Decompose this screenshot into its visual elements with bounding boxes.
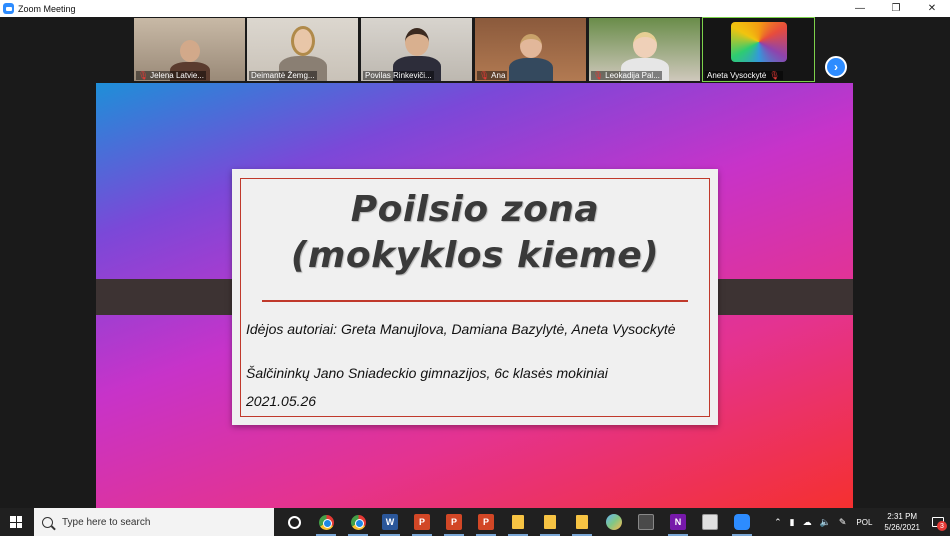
taskbar-app-powerpoint[interactable]: P xyxy=(406,508,438,536)
profile-artwork xyxy=(731,22,787,62)
presentation-slide: Poilsio zona (mokyklos kieme) Idėjos aut… xyxy=(96,83,853,508)
clock-date: 5/26/2021 xyxy=(884,523,920,532)
system-tray: ⌃ ▮ ☁ 🔈 ✎ POL 2:31 PM 5/26/2021 3 xyxy=(770,508,950,536)
taskbar-app-powerpoint[interactable]: P xyxy=(438,508,470,536)
taskbar-clock[interactable]: 2:31 PM 5/26/2021 xyxy=(884,511,920,533)
powerpoint-icon: P xyxy=(414,514,430,530)
close-button[interactable]: ✕ xyxy=(914,0,950,17)
onenote-icon: N xyxy=(670,514,686,530)
folder-icon xyxy=(512,515,524,529)
taskbar-app-zoom[interactable] xyxy=(726,508,758,536)
shared-screen: Poilsio zona (mokyklos kieme) Idėjos aut… xyxy=(0,83,950,508)
volume-icon[interactable]: 🔈 xyxy=(820,517,831,528)
slide-decor-bar-left xyxy=(96,279,247,315)
pen-icon[interactable]: ✎ xyxy=(839,517,847,528)
chevron-right-icon: › xyxy=(834,60,838,74)
title-underline xyxy=(262,300,688,302)
input-language[interactable]: POL xyxy=(856,518,872,527)
slide-school: Šalčininkų Jano Sniadeckio gimnazijos, 6… xyxy=(246,365,608,381)
participant-label: Povilas Rinkeviči... xyxy=(363,71,434,80)
gallery-next-button[interactable]: › xyxy=(825,56,847,78)
slide-title-line2: (mokyklos kieme) xyxy=(290,235,660,276)
slide-authors: Idėjos autoriai: Greta Manujlova, Damian… xyxy=(246,321,676,337)
participant-tile-active-speaker[interactable]: Aneta Vysockytė 🎙 xyxy=(702,17,815,82)
participant-gallery: 🎙 Jelena Latvie... Deimantė Žemg... Povil… xyxy=(0,17,950,83)
clock-time: 2:31 PM xyxy=(887,512,918,521)
word-icon: W xyxy=(382,514,398,530)
search-placeholder: Type here to search xyxy=(62,516,151,528)
slide-title-card: Poilsio zona (mokyklos kieme) Idėjos aut… xyxy=(232,169,718,425)
taskbar-app-paint[interactable] xyxy=(598,508,630,536)
taskbar-app-file-explorer[interactable] xyxy=(502,508,534,536)
participant-tile[interactable]: Deimantė Žemg... xyxy=(247,18,358,81)
folder-icon xyxy=(544,515,556,529)
windows-taskbar: Type here to search W P P P N ⌃ ▮ ☁ 🔈 ✎ … xyxy=(0,508,950,536)
participant-label: Deimantė Žemg... xyxy=(249,71,317,80)
action-center-button[interactable]: 3 xyxy=(926,508,950,536)
taskbar-app-onenote[interactable]: N xyxy=(662,508,694,536)
slide-decor-bar-right xyxy=(702,279,853,315)
mic-muted-icon: 🎙 xyxy=(138,71,149,80)
mic-muted-icon: 🎙 xyxy=(479,71,490,80)
participant-label: Aneta Vysockytė 🎙 xyxy=(705,71,784,80)
participant-label: 🎙 Ana xyxy=(477,71,508,80)
task-view-icon xyxy=(287,515,301,529)
snipping-tool-icon xyxy=(702,514,718,530)
battery-icon[interactable]: ▮ xyxy=(790,517,795,528)
taskbar-app-chrome[interactable] xyxy=(310,508,342,536)
slide-title: Poilsio zona (mokyklos kieme) xyxy=(232,187,718,279)
slide-title-line1: Poilsio zona xyxy=(350,189,600,230)
taskbar-app-powerpoint[interactable]: P xyxy=(470,508,502,536)
taskbar-search[interactable]: Type here to search xyxy=(34,508,274,536)
window-titlebar: Zoom Meeting — ❐ ✕ xyxy=(0,0,950,17)
chrome-icon xyxy=(350,514,366,530)
mic-muted-icon: 🎙 xyxy=(593,71,604,80)
taskbar-app-file-explorer[interactable] xyxy=(566,508,598,536)
taskbar-app-calculator[interactable] xyxy=(630,508,662,536)
calculator-icon xyxy=(638,514,654,530)
participant-tile[interactable]: 🎙 Leokadija Pal... xyxy=(589,18,700,81)
window-title: Zoom Meeting xyxy=(18,3,76,14)
participant-tile[interactable]: 🎙 Ana xyxy=(475,18,586,81)
taskbar-app-file-explorer[interactable] xyxy=(534,508,566,536)
participant-tile[interactable]: 🎙 Jelena Latvie... xyxy=(134,18,245,81)
mic-muted-icon: 🎙 xyxy=(769,71,780,80)
notification-count-badge: 3 xyxy=(937,521,947,531)
zoom-app-icon xyxy=(3,3,14,14)
window-controls: — ❐ ✕ xyxy=(842,0,950,17)
folder-icon xyxy=(576,515,588,529)
search-icon xyxy=(42,516,53,528)
show-hidden-icons-icon[interactable]: ⌃ xyxy=(774,517,782,528)
onedrive-cloud-icon[interactable]: ☁ xyxy=(803,517,812,528)
task-view-button[interactable] xyxy=(278,508,310,536)
taskbar-app-word[interactable]: W xyxy=(374,508,406,536)
taskbar-apps: W P P P N xyxy=(278,508,758,536)
participant-label: 🎙 Leokadija Pal... xyxy=(591,71,662,80)
paint-icon xyxy=(606,514,622,530)
participant-video xyxy=(501,18,561,81)
restore-button[interactable]: ❐ xyxy=(878,0,914,17)
powerpoint-icon: P xyxy=(446,514,462,530)
minimize-button[interactable]: — xyxy=(842,0,878,17)
participant-label: 🎙 Jelena Latvie... xyxy=(136,71,206,80)
taskbar-app-snipping-tool[interactable] xyxy=(694,508,726,536)
start-button[interactable] xyxy=(0,508,32,536)
windows-logo-icon xyxy=(10,516,22,528)
slide-date: 2021.05.26 xyxy=(246,393,317,409)
participant-tile[interactable]: Povilas Rinkeviči... xyxy=(361,18,472,81)
chrome-icon xyxy=(318,514,334,530)
taskbar-app-chrome[interactable] xyxy=(342,508,374,536)
zoom-icon xyxy=(734,514,750,530)
powerpoint-icon: P xyxy=(478,514,494,530)
